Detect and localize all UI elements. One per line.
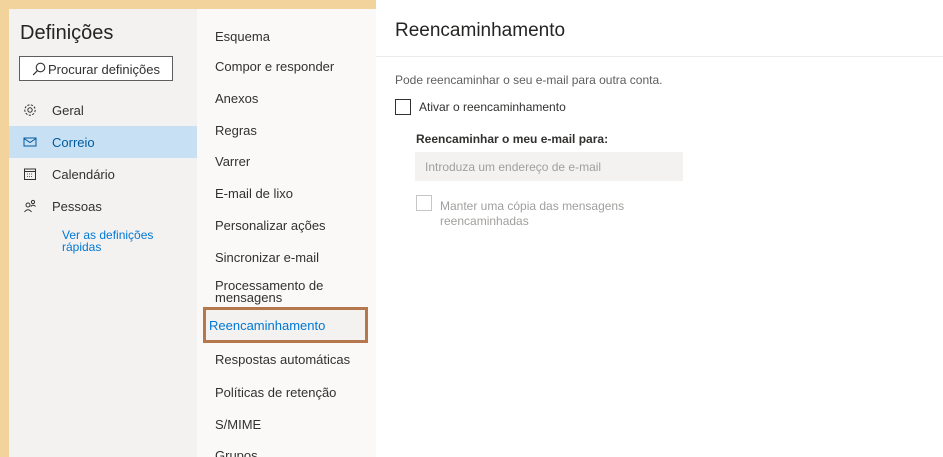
search-settings-input[interactable]: Procurar definições (19, 56, 173, 81)
backdrop-top (0, 0, 376, 9)
people-icon (24, 199, 36, 213)
search-icon (32, 62, 46, 76)
category-label: Pessoas (52, 199, 102, 214)
forward-to-label: Reencaminhar o meu e-mail para: (416, 132, 609, 146)
category-geral[interactable]: Geral (9, 94, 197, 126)
enable-forwarding-label: Ativar o reencaminhamento (419, 100, 566, 114)
keep-copy-checkbox[interactable] (416, 195, 432, 211)
category-calendario[interactable]: Calendário (9, 158, 197, 190)
category-label: Geral (52, 103, 84, 118)
search-placeholder: Procurar definições (48, 62, 160, 77)
settings-sidebar: Definições Procurar definições Geral Cor… (9, 9, 197, 457)
calendar-icon (24, 168, 36, 180)
category-label: Correio (52, 135, 95, 150)
mail-settings-menu: Esquema Compor e responder Anexos Regras… (197, 9, 376, 457)
mail-icon (23, 137, 37, 147)
menu-item-reencaminhamento[interactable]: Reencaminhamento (203, 307, 368, 343)
forwarding-description: Pode reencaminhar o seu e-mail para outr… (395, 73, 663, 87)
title-divider (376, 56, 943, 57)
enable-forwarding-checkbox[interactable] (395, 99, 411, 115)
keep-copy-label: Manter uma cópia das mensagens reencamin… (440, 199, 625, 228)
settings-title: Definições (20, 22, 114, 44)
pane-title: Reencaminhamento (395, 20, 566, 41)
category-correio[interactable]: Correio (9, 126, 197, 158)
forwarding-settings-pane: Reencaminhamento Pode reencaminhar o seu… (376, 9, 943, 457)
gear-icon (24, 104, 36, 116)
backdrop-left (0, 0, 9, 457)
category-pessoas[interactable]: Pessoas (9, 190, 197, 222)
forward-email-input[interactable] (415, 152, 683, 181)
quick-settings-link[interactable]: Ver as definições rápidas (62, 229, 182, 253)
category-label: Calendário (52, 167, 115, 182)
